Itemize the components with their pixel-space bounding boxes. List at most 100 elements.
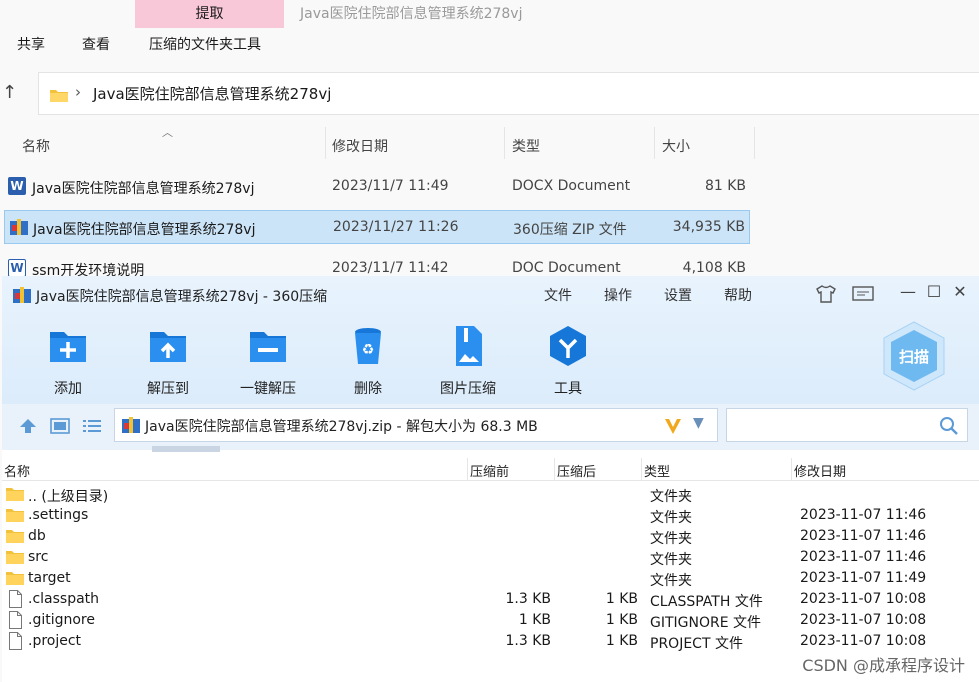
file-icon bbox=[9, 590, 22, 608]
entry-compressed-size: 1 KB bbox=[605, 633, 638, 649]
scrollbar-thumb[interactable] bbox=[152, 446, 220, 452]
feedback-icon[interactable] bbox=[852, 286, 874, 302]
svg-text:♻: ♻ bbox=[362, 342, 375, 358]
ribbon-tab-view[interactable]: 查看 bbox=[82, 34, 110, 54]
column-divider[interactable] bbox=[554, 458, 555, 480]
zip-archive-icon bbox=[122, 417, 140, 433]
zip-archive-icon bbox=[13, 287, 31, 303]
address-path: Java医院住院部信息管理系统278vj bbox=[93, 85, 332, 103]
archive-path-field[interactable]: Java医院住院部信息管理系统278vj.zip - 解包大小为 68.3 MB… bbox=[114, 408, 718, 442]
archive-column-header: 名称 压缩前 压缩后 类型 修改日期 bbox=[2, 458, 979, 481]
v-logo-icon[interactable] bbox=[663, 416, 683, 436]
thumbnail-view-icon[interactable] bbox=[50, 418, 70, 434]
folder-icon bbox=[6, 551, 24, 564]
archive-row[interactable]: target 文件夹 2023-11-07 11:49 bbox=[2, 568, 979, 589]
column-original-size[interactable]: 压缩前 bbox=[470, 461, 509, 480]
skin-shirt-icon[interactable] bbox=[816, 285, 836, 303]
archive-row[interactable]: .. (上级目录) 文件夹 bbox=[2, 484, 979, 505]
folder-icon bbox=[50, 90, 68, 102]
entry-original-size: 1.3 KB bbox=[505, 591, 552, 607]
word-docx-icon: W bbox=[8, 177, 26, 195]
image-compress-button[interactable]: 图片压缩 bbox=[428, 324, 508, 398]
column-divider[interactable] bbox=[654, 127, 655, 159]
column-divider[interactable] bbox=[641, 458, 642, 480]
minimize-icon[interactable]: — bbox=[896, 282, 920, 301]
add-folder-icon bbox=[50, 332, 86, 362]
tools-button[interactable]: 工具 bbox=[528, 324, 608, 398]
entry-name: src bbox=[28, 549, 49, 565]
entry-date: 2023-11-07 11:46 bbox=[800, 549, 927, 565]
file-size: 34,935 KB bbox=[672, 219, 745, 235]
zip-header: Java医院住院部信息管理系统278vj - 360压缩 文件 操作 设置 帮助… bbox=[2, 276, 979, 404]
column-size[interactable]: 大小 bbox=[662, 136, 690, 156]
delete-button[interactable]: ♻ 删除 bbox=[328, 324, 408, 398]
tool-label: 工具 bbox=[554, 381, 582, 397]
tool-label: 图片压缩 bbox=[440, 381, 496, 397]
word-doc-icon: W bbox=[8, 259, 26, 277]
column-date-modified[interactable]: 修改日期 bbox=[794, 461, 846, 480]
close-icon[interactable]: ✕ bbox=[948, 282, 972, 301]
entry-name: .project bbox=[28, 633, 82, 649]
tool-label: 删除 bbox=[354, 381, 382, 397]
entry-name: .settings bbox=[28, 507, 89, 523]
maximize-icon[interactable]: ☐ bbox=[922, 282, 946, 301]
entry-type: 文件夹 bbox=[650, 552, 692, 568]
one-click-folder-icon bbox=[250, 332, 286, 362]
chevron-down-icon[interactable]: ▼ bbox=[693, 415, 704, 431]
list-view-icon[interactable] bbox=[82, 418, 102, 434]
one-click-extract-button[interactable]: 一键解压 bbox=[228, 324, 308, 398]
entry-date: 2023-11-07 11:49 bbox=[800, 570, 927, 586]
folder-icon bbox=[6, 530, 24, 543]
tool-label: 添加 bbox=[54, 381, 82, 397]
watermark: CSDN @成承程序设计 bbox=[802, 656, 965, 675]
column-divider[interactable] bbox=[325, 127, 326, 159]
archive-row[interactable]: .settings 文件夹 2023-11-07 11:46 bbox=[2, 505, 979, 526]
search-input[interactable] bbox=[726, 408, 968, 442]
file-name: Java医院住院部信息管理系统278vj bbox=[33, 222, 256, 238]
column-compressed-size[interactable]: 压缩后 bbox=[557, 461, 596, 480]
menu-help[interactable]: 帮助 bbox=[724, 285, 752, 305]
add-button[interactable]: 添加 bbox=[28, 324, 108, 398]
column-divider[interactable] bbox=[467, 458, 468, 480]
column-date-modified[interactable]: 修改日期 bbox=[332, 136, 388, 156]
column-type[interactable]: 类型 bbox=[512, 136, 540, 156]
archive-row[interactable]: db 文件夹 2023-11-07 11:46 bbox=[2, 526, 979, 547]
extract-to-button[interactable]: 解压到 bbox=[128, 324, 208, 398]
column-type[interactable]: 类型 bbox=[644, 461, 670, 480]
chevron-right-icon: › bbox=[75, 83, 81, 101]
entry-date: 2023-11-07 11:46 bbox=[800, 528, 927, 544]
archive-row[interactable]: .classpath 1.3 KB 1 KB CLASSPATH 文件 2023-11-… bbox=[2, 589, 979, 610]
menu-settings[interactable]: 设置 bbox=[664, 285, 692, 305]
archive-row[interactable]: .gitignore 1 KB 1 KB GITIGNORE 文件 2023-11-07… bbox=[2, 610, 979, 631]
entry-name: target bbox=[28, 570, 71, 586]
column-divider[interactable] bbox=[504, 127, 505, 159]
entry-type: 文件夹 bbox=[650, 573, 692, 589]
file-date: 2023/11/7 11:42 bbox=[332, 260, 449, 276]
menu-file[interactable]: 文件 bbox=[544, 285, 572, 305]
entry-original-size: 1.3 KB bbox=[505, 633, 552, 649]
column-name[interactable]: 名称 bbox=[22, 136, 50, 156]
folder-icon bbox=[6, 572, 24, 585]
scan-shield-button[interactable]: 扫描 bbox=[882, 320, 946, 392]
file-row-selected[interactable]: Java医院住院部信息管理系统278vj 2023/11/27 11:26 36… bbox=[4, 210, 750, 244]
folder-icon bbox=[6, 509, 24, 522]
image-zip-icon bbox=[456, 326, 482, 366]
column-divider[interactable] bbox=[791, 458, 792, 480]
entry-date: 2023-11-07 10:08 bbox=[800, 633, 927, 649]
zip-window-title: Java医院住院部信息管理系统278vj - 360压缩 bbox=[36, 289, 328, 305]
ribbon-tab-compressed-folder-tools[interactable]: 压缩的文件夹工具 bbox=[149, 34, 261, 54]
extract-tab[interactable]: 提取 bbox=[135, 0, 284, 28]
up-level-icon[interactable] bbox=[18, 418, 38, 434]
address-bar[interactable]: › Java医院住院部信息管理系统278vj bbox=[38, 72, 979, 115]
ribbon-tab-share[interactable]: 共享 bbox=[17, 34, 45, 54]
column-divider[interactable] bbox=[754, 127, 755, 159]
menu-operation[interactable]: 操作 bbox=[604, 285, 632, 305]
file-date: 2023/11/7 11:49 bbox=[332, 178, 449, 194]
column-name[interactable]: 名称 bbox=[4, 461, 30, 480]
search-icon[interactable] bbox=[939, 416, 959, 436]
archive-row[interactable]: .project 1.3 KB 1 KB PROJECT 文件 2023-11-07 1… bbox=[2, 631, 979, 652]
archive-row[interactable]: src 文件夹 2023-11-07 11:46 bbox=[2, 547, 979, 568]
entry-type: PROJECT 文件 bbox=[650, 636, 743, 652]
file-row[interactable]: W Java医院住院部信息管理系统278vj 2023/11/7 11:49 D… bbox=[4, 170, 750, 204]
up-arrow-icon[interactable]: ↑ bbox=[2, 82, 24, 104]
